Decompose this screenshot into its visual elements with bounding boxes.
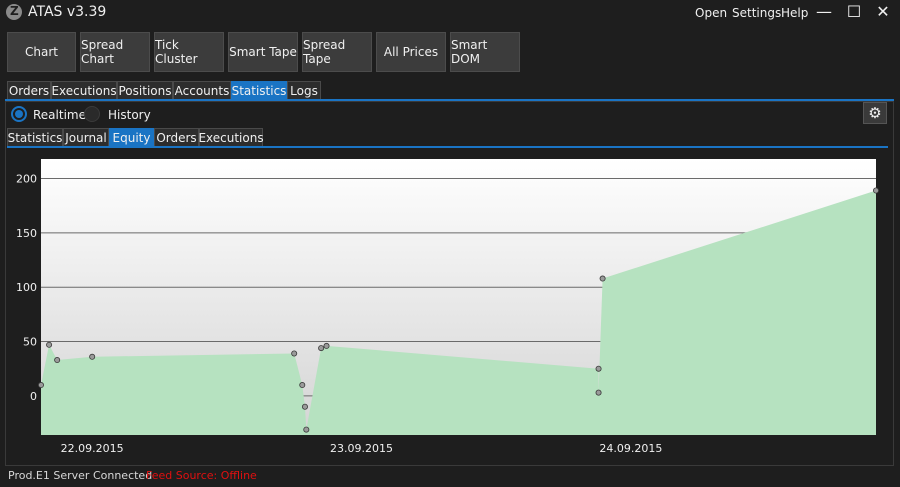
y-tick-label: 100 xyxy=(16,281,37,294)
tab-executions[interactable]: Executions xyxy=(51,81,117,100)
subtab-equity[interactable]: Equity xyxy=(109,128,154,147)
smart-dom-button[interactable]: Smart DOM xyxy=(450,32,520,72)
tab-statistics[interactable]: Statistics xyxy=(231,81,287,100)
tab-positions[interactable]: Positions xyxy=(117,81,173,100)
y-tick-label: 50 xyxy=(23,336,37,349)
history-radio[interactable] xyxy=(84,106,100,122)
feed-status: Feed Source: Offline xyxy=(146,469,257,482)
gear-icon[interactable]: ⚙ xyxy=(863,102,887,124)
realtime-radio[interactable] xyxy=(11,106,27,122)
equity-point xyxy=(595,389,602,396)
all-prices-button[interactable]: All Prices xyxy=(376,32,446,72)
logo-letter: Z xyxy=(10,4,19,18)
tab-orders[interactable]: Orders xyxy=(7,81,51,100)
menu-open[interactable]: Open xyxy=(695,6,727,20)
equity-point xyxy=(303,426,310,433)
equity-point xyxy=(318,345,325,352)
subtab-statistics[interactable]: Statistics xyxy=(7,128,63,147)
y-tick-label: 200 xyxy=(16,173,37,186)
realtime-label[interactable]: Realtime xyxy=(33,108,86,122)
app-title: ATAS v3.39 xyxy=(28,4,107,20)
equity-point xyxy=(46,341,53,348)
x-tick-label: 22.09.2015 xyxy=(61,442,124,455)
smart-tape-button[interactable]: Smart Tape xyxy=(228,32,298,72)
maximize-icon[interactable]: ☐ xyxy=(844,2,864,22)
equity-point xyxy=(323,342,330,349)
subtab-journal[interactable]: Journal xyxy=(63,128,109,147)
spread-chart-button[interactable]: Spread Chart xyxy=(80,32,150,72)
history-label[interactable]: History xyxy=(108,108,151,122)
y-tick-label: 0 xyxy=(30,390,37,403)
x-tick-label: 24.09.2015 xyxy=(599,442,662,455)
spread-tape-button[interactable]: Spread Tape xyxy=(302,32,372,72)
equity-point xyxy=(599,275,606,282)
equity-point xyxy=(37,382,44,389)
y-tick-label: 150 xyxy=(16,227,37,240)
minimize-icon[interactable]: — xyxy=(814,2,834,22)
tick-cluster-button[interactable]: Tick Cluster xyxy=(154,32,224,72)
equity-point xyxy=(595,365,602,372)
equity-point xyxy=(301,403,308,410)
tab-accounts[interactable]: Accounts xyxy=(173,81,231,100)
equity-point xyxy=(299,382,306,389)
equity-chart[interactable]: 0 50 100 150 200 22.09.2015 23.09.2015 24.09.2… xyxy=(8,148,889,464)
menu-settings[interactable]: Settings xyxy=(732,6,781,20)
equity-point xyxy=(873,187,880,194)
menu-help[interactable]: Help xyxy=(781,6,808,20)
equity-point xyxy=(291,350,298,357)
server-status: Prod.E1 Server Connected xyxy=(8,469,153,482)
subtab-orders[interactable]: Orders xyxy=(154,128,199,147)
chart-button[interactable]: Chart xyxy=(7,32,76,72)
equity-point xyxy=(54,357,61,364)
subtab-executions[interactable]: Executions xyxy=(198,128,264,147)
close-icon[interactable]: ✕ xyxy=(873,2,893,22)
x-tick-label: 23.09.2015 xyxy=(330,442,393,455)
atas-logo-icon: Z xyxy=(6,4,22,20)
tab-logs[interactable]: Logs xyxy=(287,81,321,100)
equity-point xyxy=(89,353,96,360)
